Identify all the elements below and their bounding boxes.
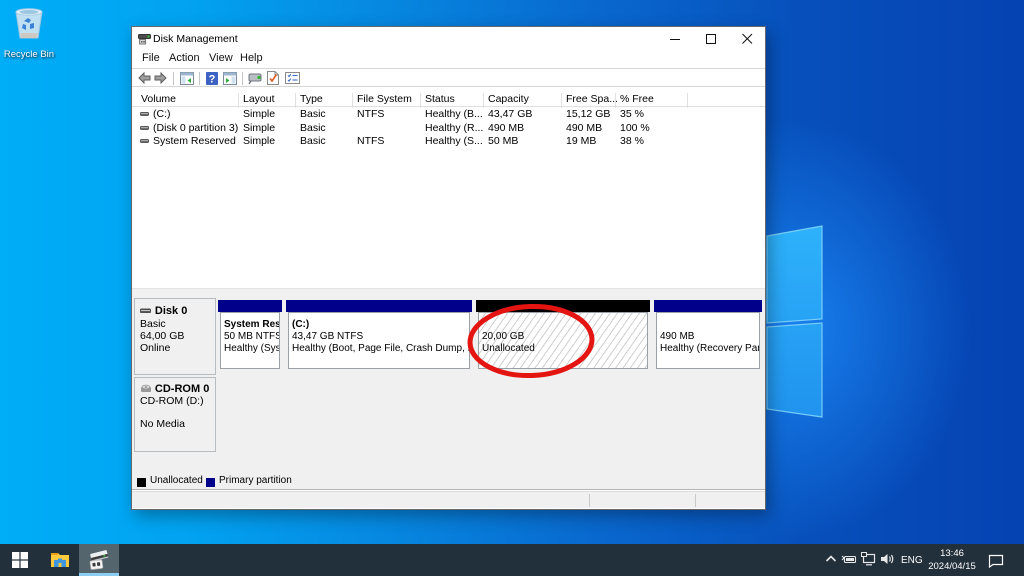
svg-text:?: ?	[209, 74, 216, 86]
